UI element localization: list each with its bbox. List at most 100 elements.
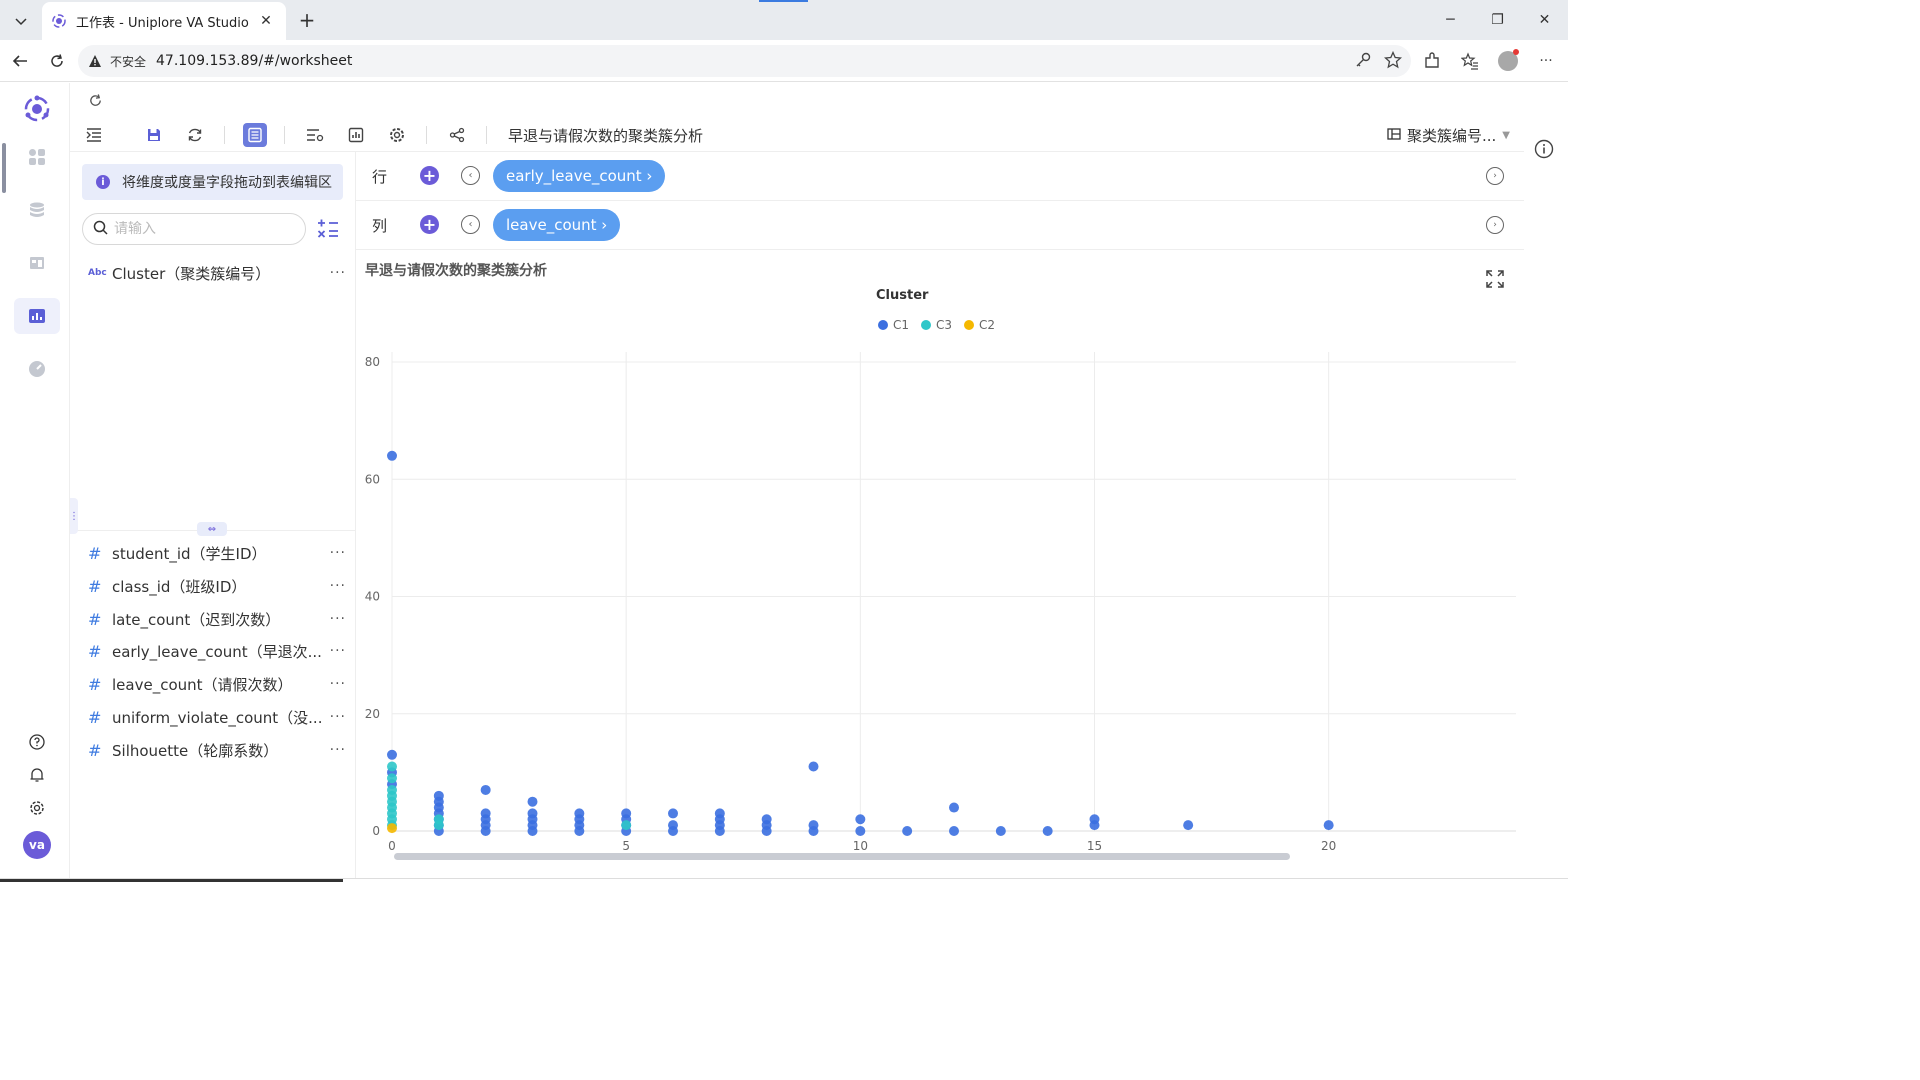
measure-field-late-count[interactable]: # late_count（迟到次数） ··· <box>88 605 346 633</box>
data-point-c1[interactable] <box>808 761 819 772</box>
share-icon[interactable] <box>445 123 469 147</box>
refresh-icon[interactable] <box>86 91 104 109</box>
worksheet-chart-icon[interactable] <box>14 298 60 334</box>
profile-avatar-icon[interactable] <box>1496 49 1520 73</box>
sort-arrow-icon[interactable]: ‹ <box>461 166 480 185</box>
data-point-c1[interactable] <box>855 814 866 825</box>
sync-refresh-icon[interactable] <box>183 123 207 147</box>
data-point-c1[interactable] <box>480 784 491 795</box>
bell-icon[interactable] <box>24 762 50 788</box>
dashboard-grid-icon[interactable] <box>14 139 60 175</box>
omnibox[interactable]: 不安全 47.109.153.89/#/worksheet <box>78 45 1411 77</box>
data-point-c1[interactable] <box>714 826 725 836</box>
chart-horizontal-scrollbar[interactable] <box>394 853 1290 860</box>
restore-icon[interactable]: ❐ <box>1474 0 1521 40</box>
rail-scrollbar[interactable] <box>2 143 6 193</box>
more-options-icon[interactable]: ··· <box>322 611 346 627</box>
data-point-c1[interactable] <box>387 749 397 760</box>
data-point-c1[interactable] <box>1089 820 1100 831</box>
data-point-c1[interactable] <box>668 808 678 819</box>
app-logo-icon[interactable] <box>14 91 60 127</box>
key-icon[interactable] <box>1353 50 1373 70</box>
more-options-icon[interactable]: ··· <box>322 676 346 692</box>
add-row-field-icon[interactable]: + <box>420 166 439 185</box>
tab-close-icon[interactable]: ✕ <box>256 11 276 31</box>
user-avatar[interactable]: va <box>23 831 51 859</box>
measure-field-early-leave-count[interactable]: # early_leave_count（早退次... ··· <box>88 637 346 665</box>
row-field-pill[interactable]: early_leave_count › <box>493 160 666 192</box>
database-icon[interactable] <box>14 192 60 228</box>
data-point-c3[interactable] <box>433 820 444 831</box>
search-input[interactable] <box>114 221 284 237</box>
data-table-view-icon[interactable] <box>243 123 267 147</box>
splitter-handle-icon[interactable]: ⇔ <box>197 522 227 536</box>
panel-collapse-handle-icon[interactable]: ⋮ <box>69 498 79 534</box>
browser-tab-active[interactable]: 工作表 - Uniplore VA Studio ✕ <box>42 2 286 40</box>
scatter-plot[interactable]: 0 20 40 60 80 0 5 10 15 20 <box>356 250 1524 878</box>
data-point-c3[interactable] <box>387 773 397 784</box>
data-point-c1[interactable] <box>527 796 538 807</box>
data-point-c1[interactable] <box>1042 826 1053 836</box>
data-point-c3[interactable] <box>621 820 632 831</box>
more-options-icon[interactable]: ··· <box>322 265 346 281</box>
data-point-c1[interactable] <box>855 826 866 836</box>
data-point-c1[interactable] <box>949 826 959 836</box>
data-point-c1[interactable] <box>949 802 959 813</box>
measure-field-student-id[interactable]: # student_id（学生ID） ··· <box>88 539 346 567</box>
data-point-c1[interactable] <box>527 826 538 836</box>
data-point-c1[interactable] <box>808 826 819 836</box>
minimize-icon[interactable]: ─ <box>1427 0 1474 40</box>
measure-field-class-id[interactable]: # class_id（班级ID） ··· <box>88 572 346 600</box>
data-point-c2[interactable] <box>387 823 397 834</box>
save-icon[interactable] <box>142 123 166 147</box>
column-field-pill[interactable]: leave_count › <box>493 209 621 241</box>
more-options-icon[interactable]: ··· <box>322 643 346 659</box>
gauge-icon[interactable] <box>14 351 60 387</box>
data-point-c1[interactable] <box>668 826 678 836</box>
config-gear-icon[interactable] <box>385 123 409 147</box>
more-options-icon[interactable]: ··· <box>322 578 346 594</box>
worksheet-title[interactable]: 早退与请假次数的聚类簇分析 <box>508 125 703 146</box>
window-close-icon[interactable]: ✕ <box>1521 0 1568 40</box>
new-tab-plus-icon[interactable]: + <box>296 8 318 32</box>
measure-field-uniform-violate-count[interactable]: # uniform_violate_count（没... ··· <box>88 703 346 731</box>
data-point-c1[interactable] <box>902 826 913 836</box>
favorites-list-icon[interactable] <box>1458 49 1482 73</box>
dataset-icon[interactable] <box>14 245 60 281</box>
measure-field-leave-count[interactable]: # leave_count（请假次数） ··· <box>88 670 346 698</box>
favorite-star-icon[interactable] <box>1383 50 1403 70</box>
info-icon[interactable] <box>1533 138 1555 160</box>
more-options-icon[interactable]: ··· <box>322 709 346 725</box>
sort-arrow-icon[interactable]: ‹ <box>461 215 480 234</box>
data-point-c3[interactable] <box>387 761 397 772</box>
data-point-c1[interactable] <box>387 450 397 461</box>
more-menu-icon[interactable]: ··· <box>1534 49 1558 73</box>
data-point-c1[interactable] <box>1323 820 1334 831</box>
data-point-c1[interactable] <box>1183 820 1194 831</box>
extensions-icon[interactable] <box>1420 49 1444 73</box>
expand-arrow-icon[interactable]: › <box>1486 167 1504 185</box>
add-column-field-icon[interactable]: + <box>420 215 439 234</box>
data-point-c1[interactable] <box>995 826 1006 836</box>
indent-menu-icon[interactable] <box>82 123 106 147</box>
expand-arrow-icon[interactable]: › <box>1486 216 1504 234</box>
dimension-field-cluster[interactable]: Abc Cluster（聚类簇编号） ··· <box>88 259 346 287</box>
help-icon[interactable] <box>24 729 50 755</box>
tab-list-chevron-icon[interactable] <box>8 8 34 34</box>
chart-type-icon[interactable] <box>344 123 368 147</box>
field-search[interactable] <box>82 213 306 245</box>
insecure-label[interactable]: 不安全 <box>110 53 146 70</box>
data-point-c1[interactable] <box>480 826 491 836</box>
cluster-dropdown[interactable]: 聚类簇编号... ▼ <box>1387 125 1510 146</box>
reload-icon[interactable] <box>45 49 69 73</box>
settings-gear-icon[interactable] <box>24 795 50 821</box>
back-arrow-icon[interactable] <box>8 49 32 73</box>
more-options-icon[interactable]: ··· <box>322 742 346 758</box>
calculated-field-icon[interactable] <box>316 217 340 241</box>
url-text[interactable]: 47.109.153.89/#/worksheet <box>156 53 352 69</box>
filter-settings-icon[interactable] <box>303 123 327 147</box>
data-point-c1[interactable] <box>761 826 772 836</box>
more-options-icon[interactable]: ··· <box>322 545 346 561</box>
data-point-c1[interactable] <box>574 826 585 836</box>
measure-field-silhouette[interactable]: # Silhouette（轮廓系数） ··· <box>88 736 346 764</box>
